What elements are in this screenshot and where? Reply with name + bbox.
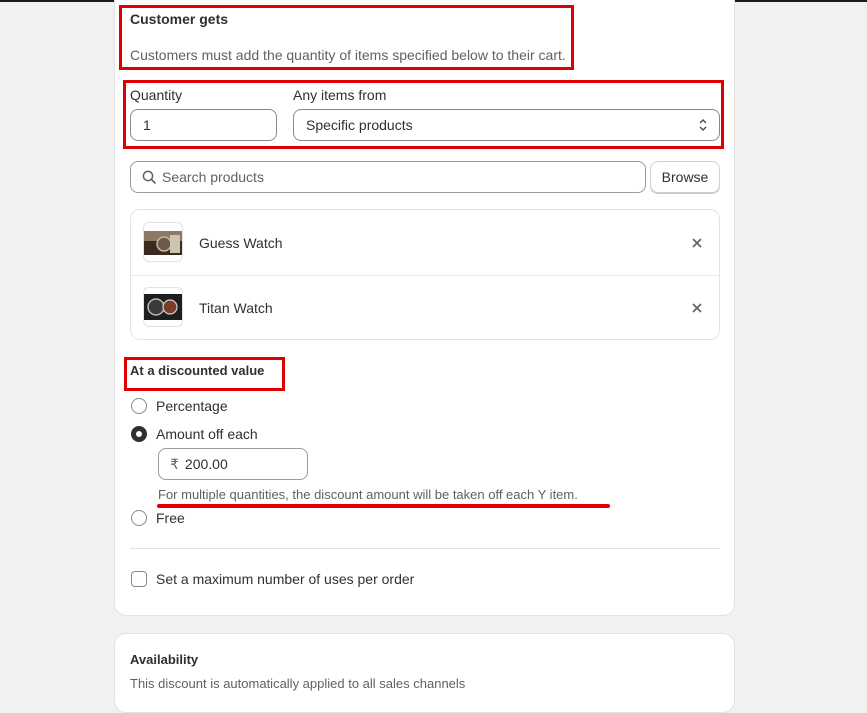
amount-value: 200.00 [184, 456, 228, 472]
guess-watch-thumbnail [143, 222, 183, 262]
amount-off-each-label[interactable]: Amount off each [156, 426, 258, 442]
quantity-input[interactable]: 1 [130, 109, 277, 141]
section-description: Customers must add the quantity of items… [130, 47, 566, 63]
quantity-value: 1 [143, 117, 151, 133]
items-from-select[interactable]: Specific products [293, 109, 720, 141]
close-icon [692, 300, 702, 316]
quantity-label: Quantity [130, 87, 183, 103]
titan-watch-thumbnail [143, 287, 183, 327]
remove-titan-watch-button[interactable] [689, 300, 705, 316]
availability-title: Availability [130, 652, 199, 667]
product-list: Guess Watch Titan Watch [130, 209, 720, 340]
search-icon [142, 170, 157, 188]
percentage-radio[interactable] [131, 398, 147, 414]
product-name: Guess Watch [199, 235, 283, 251]
browse-button[interactable]: Browse [650, 161, 720, 193]
free-label[interactable]: Free [156, 510, 185, 526]
amount-help-text: For multiple quantities, the discount am… [158, 487, 578, 502]
max-uses-checkbox[interactable] [131, 571, 147, 587]
remove-guess-watch-button[interactable] [689, 235, 705, 251]
max-uses-label[interactable]: Set a maximum number of uses per order [156, 571, 414, 587]
discount-title: At a discounted value [130, 363, 265, 378]
section-title: Customer gets [130, 11, 229, 27]
search-placeholder: Search products [162, 169, 264, 185]
annotation-underline [157, 504, 610, 508]
availability-card [114, 633, 735, 713]
search-input[interactable]: Search products [130, 161, 646, 193]
amount-input[interactable]: ₹ 200.00 [158, 448, 308, 480]
select-chevron-icon [697, 117, 709, 136]
currency-symbol: ₹ [170, 455, 179, 472]
percentage-label[interactable]: Percentage [156, 398, 228, 414]
product-name: Titan Watch [199, 300, 273, 316]
availability-description: This discount is automatically applied t… [130, 676, 466, 691]
items-from-selected: Specific products [306, 117, 413, 133]
close-icon [692, 235, 702, 251]
divider [130, 548, 720, 549]
list-divider [131, 275, 719, 276]
items-from-label: Any items from [293, 87, 387, 103]
free-radio[interactable] [131, 510, 147, 526]
amount-off-each-radio[interactable] [131, 426, 147, 442]
